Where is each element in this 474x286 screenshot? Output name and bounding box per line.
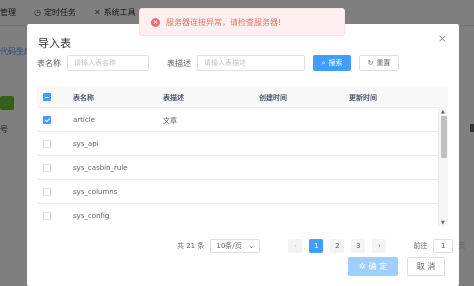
table-name-label: 表名称 — [37, 58, 61, 68]
column-header-table-name: 表名称 — [73, 94, 94, 102]
scrollbar-thumb[interactable] — [441, 116, 447, 158]
error-circle-icon: × — [151, 17, 160, 27]
error-message-text: 服务器连接异常，请检查服务器! — [166, 17, 282, 27]
cell-table-name: article — [73, 116, 95, 124]
cancel-button[interactable]: 取 消 — [407, 257, 445, 276]
search-button[interactable]: ⌕ 搜索 — [313, 55, 351, 71]
table-desc-input[interactable]: 请输入表描述 — [197, 55, 305, 71]
scroll-down-arrow-icon[interactable]: ▼ — [441, 220, 445, 226]
page-size-select[interactable]: 10条/页 ⌄ — [210, 239, 261, 253]
reset-button[interactable]: ↻ 重置 — [359, 55, 399, 71]
cell-table-name: sys_api — [73, 140, 99, 148]
reset-button-label: 重置 — [376, 59, 391, 67]
table-row[interactable]: article 文章 — [37, 108, 438, 132]
dialog-title: 导入表 — [38, 37, 71, 50]
column-header-updated: 更新时间 — [349, 94, 377, 102]
cell-table-name: sys_columns — [73, 188, 118, 196]
cell-table-desc: 文章 — [163, 117, 177, 125]
chevron-down-icon: ⌄ — [248, 242, 255, 250]
refresh-icon: ↻ — [367, 59, 374, 67]
table-row[interactable]: sys_api — [37, 132, 438, 156]
import-table-dialog: 导入表 × 表名称 请输入表名称 表描述 请输入表描述 ⌕ 搜索 ↻ 重置 表名… — [27, 24, 465, 286]
table-name-input[interactable]: 请输入表名称 — [67, 55, 149, 71]
dialog-footer: ✲ 确 定 取 消 — [348, 257, 445, 276]
row-checkbox[interactable] — [43, 164, 51, 172]
confirm-button-label: 确 定 — [368, 262, 388, 271]
page-size-value: 10条/页 — [216, 242, 242, 250]
search-button-label: 搜索 — [328, 59, 343, 67]
next-page-button[interactable]: › — [372, 239, 387, 253]
row-checkbox[interactable] — [43, 116, 51, 124]
table-row[interactable]: sys_casbin_rule — [37, 156, 438, 180]
select-all-checkbox[interactable] — [43, 93, 51, 101]
table-row[interactable]: sys_columns — [37, 180, 438, 204]
table-list: 表名称 表描述 创建时间 更新时间 article 文章 sys_api sys… — [37, 86, 448, 226]
column-header-created: 创建时间 — [259, 94, 287, 102]
pagination: 共 21 条 10条/页 ⌄ ‹ 1 2 3 › 前往 1 页 — [177, 239, 465, 253]
cell-table-name: sys_casbin_rule — [73, 164, 128, 172]
table-desc-placeholder: 请输入表描述 — [204, 59, 246, 67]
row-checkbox[interactable] — [43, 188, 51, 196]
page-button-3[interactable]: 3 — [351, 239, 366, 253]
table-name-placeholder: 请输入表名称 — [74, 59, 116, 67]
row-checkbox[interactable] — [43, 140, 51, 148]
table-row[interactable]: sys_config — [37, 204, 438, 226]
prev-page-button[interactable]: ‹ — [288, 239, 303, 253]
table-desc-label: 表描述 — [167, 58, 191, 68]
row-checkbox[interactable] — [43, 212, 51, 220]
confirm-button[interactable]: ✲ 确 定 — [348, 257, 398, 276]
table-scrollbar[interactable]: ▲ ▼ — [438, 108, 448, 226]
page-button-1[interactable]: 1 — [309, 239, 324, 253]
search-form: 表名称 请输入表名称 表描述 请输入表描述 ⌕ 搜索 ↻ 重置 — [37, 55, 399, 71]
cell-table-name: sys_config — [73, 212, 110, 220]
table-header: 表名称 表描述 创建时间 更新时间 — [37, 86, 448, 108]
column-header-table-desc: 表描述 — [163, 94, 184, 102]
goto-label: 前往 — [413, 242, 428, 250]
loading-icon: ✲ — [358, 262, 366, 271]
goto-page-input[interactable]: 1 — [433, 239, 454, 253]
search-icon: ⌕ — [321, 58, 326, 67]
pagination-total: 共 21 条 — [177, 242, 205, 250]
error-message-toast: × 服务器连接异常，请检查服务器! — [139, 8, 345, 36]
goto-unit: 页 — [458, 242, 466, 250]
close-icon[interactable]: × — [438, 33, 447, 44]
page-button-2[interactable]: 2 — [330, 239, 345, 253]
scroll-up-arrow-icon[interactable]: ▲ — [441, 109, 445, 115]
